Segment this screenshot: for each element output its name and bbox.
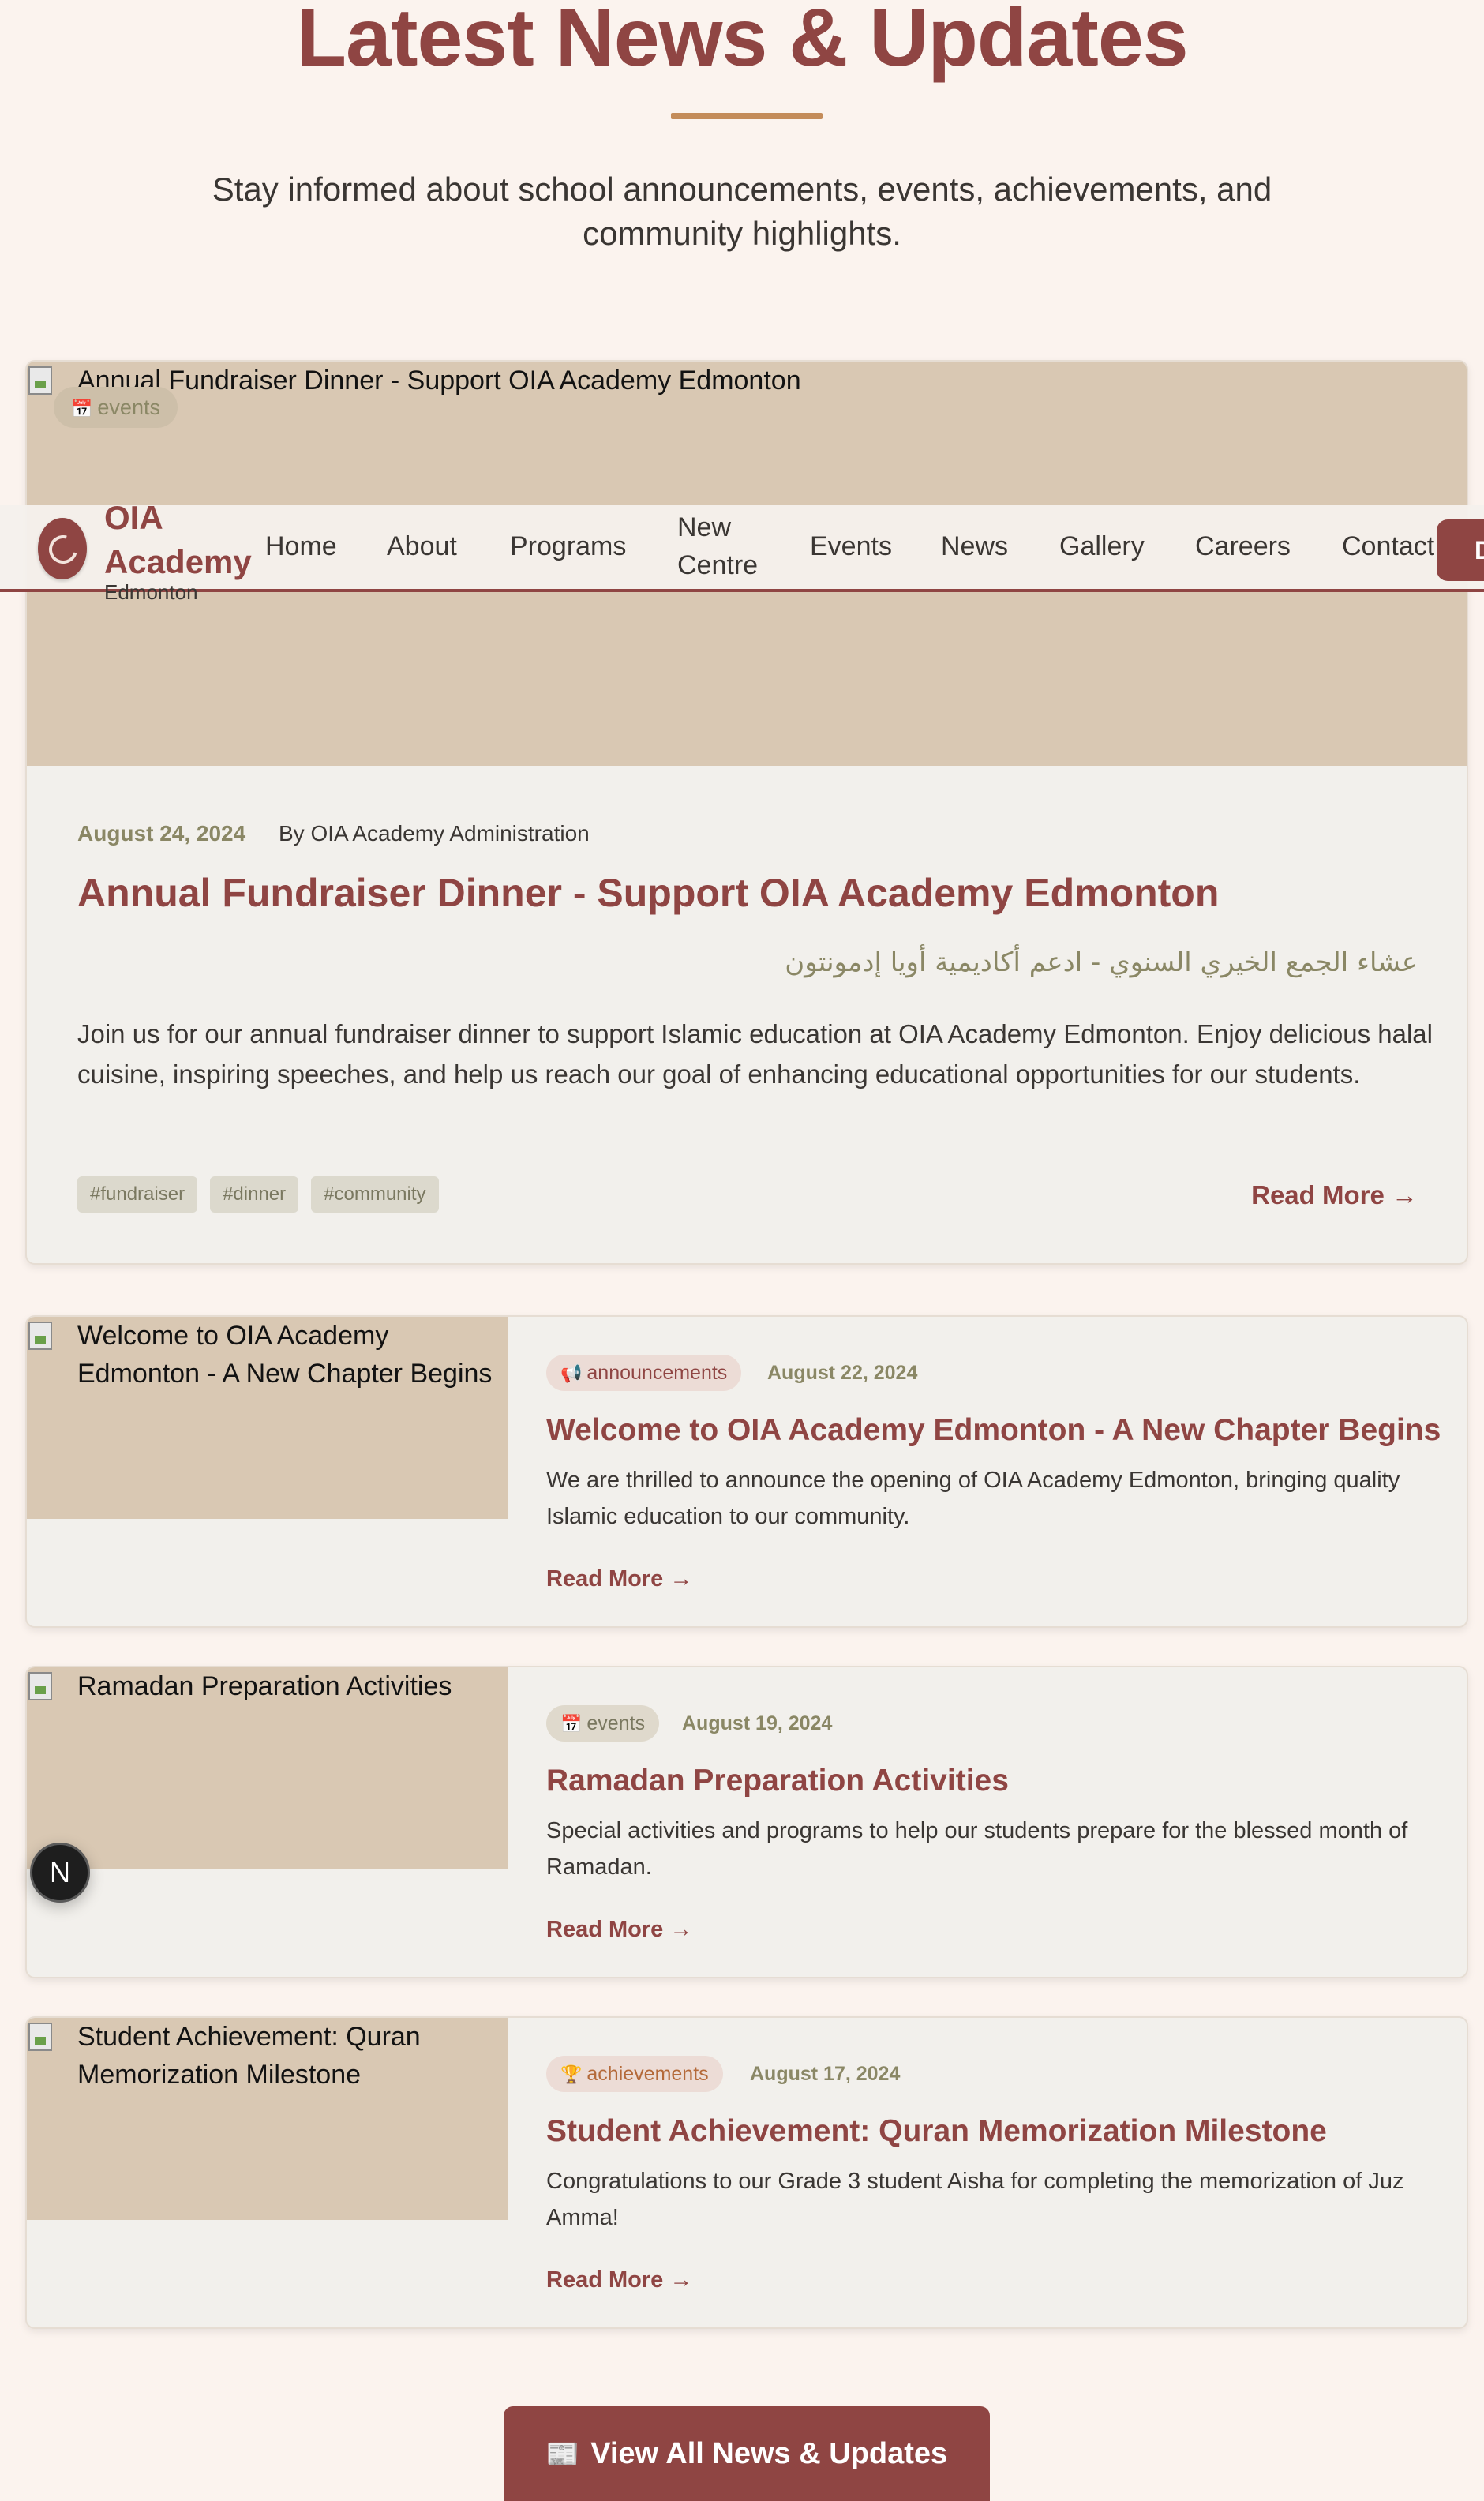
category-label: events (586, 1712, 646, 1734)
nav-news[interactable]: News (941, 527, 1008, 565)
brand-name[interactable]: OIA Academy (104, 496, 252, 584)
newspaper-icon: 📰 (545, 2439, 580, 2469)
nav-new-centre[interactable]: New Centre (677, 508, 758, 584)
featured-excerpt: Join us for our annual fundraiser dinner… (77, 1019, 1433, 1089)
tag[interactable]: #fundraiser (77, 1176, 198, 1213)
news-image[interactable]: Student Achievement: Quran Memorization … (27, 2018, 508, 2220)
news-date: August 19, 2024 (682, 1712, 833, 1734)
title-underline (671, 113, 823, 119)
site-navbar: OIA Academy Edmonton Home About Programs … (0, 499, 1484, 604)
read-more-link[interactable]: Read More → (546, 1914, 692, 1945)
news-excerpt: We are thrilled to announce the opening … (546, 1468, 1400, 1529)
read-more-link[interactable]: Read More → (546, 1563, 692, 1595)
nav-about[interactable]: About (387, 527, 457, 565)
news-image[interactable]: Welcome to OIA Academy Edmonton - A New … (27, 1317, 508, 1519)
news-image[interactable]: Ramadan Preparation Activities (27, 1667, 508, 1869)
news-image-alt: Ramadan Preparation Activities (77, 1671, 452, 1701)
featured-arabic-title: عشاء الجمع الخيري السنوي - ادعم أكاديمية… (785, 947, 1418, 978)
news-date: August 22, 2024 (767, 1362, 918, 1384)
featured-author: By OIA Academy Administration (278, 821, 590, 846)
category-badge: 📅 events (54, 387, 178, 428)
next-dev-indicator-button[interactable]: N (30, 1843, 90, 1903)
category-label: events (97, 396, 160, 419)
featured-date: August 24, 2024 (77, 821, 246, 846)
nav-gallery[interactable]: Gallery (1059, 527, 1145, 565)
nav-new-centre-line1: New (677, 512, 732, 542)
page-subtitle: Stay informed about school announcements… (212, 171, 1272, 252)
donate-button[interactable]: D (1437, 519, 1484, 581)
calendar-icon: 📅 (560, 1714, 583, 1734)
calendar-icon: 📅 (71, 399, 93, 418)
news-title[interactable]: Welcome to OIA Academy Edmonton - A New … (546, 1410, 1441, 1451)
nav-careers[interactable]: Careers (1195, 527, 1291, 565)
news-card[interactable]: Ramadan Preparation Activities 📅 events A… (25, 1666, 1468, 1978)
news-date: August 17, 2024 (750, 2063, 901, 2085)
tag-list: #fundraiser #dinner #community (77, 1176, 439, 1213)
view-all-label: View All News & Updates (590, 2437, 948, 2470)
news-image-alt: Welcome to OIA Academy Edmonton - A New … (77, 1321, 493, 1389)
featured-read-more-link[interactable]: Read More → (1251, 1176, 1418, 1214)
news-excerpt: Congratulations to our Grade 3 student A… (546, 2169, 1404, 2230)
brand-name-line2: Academy (104, 543, 252, 580)
category-label: achievements (586, 2063, 709, 2085)
featured-title[interactable]: Annual Fundraiser Dinner - Support OIA A… (77, 867, 1219, 919)
nav-events[interactable]: Events (810, 527, 892, 565)
page-title: Latest News & Updates (296, 0, 1188, 84)
news-image-alt: Student Achievement: Quran Memorization … (77, 2022, 421, 2090)
category-badge: 📢 announcements (546, 1355, 742, 1391)
read-more-link[interactable]: Read More → (546, 2264, 692, 2296)
news-card[interactable]: Welcome to OIA Academy Edmonton - A New … (25, 1315, 1468, 1628)
news-title[interactable]: Student Achievement: Quran Memorization … (546, 2111, 1327, 2152)
brand-name-line1: OIA (104, 499, 163, 536)
news-excerpt: Special activities and programs to help … (546, 1818, 1408, 1880)
news-title[interactable]: Ramadan Preparation Activities (546, 1760, 1009, 1802)
nav-programs[interactable]: Programs (510, 527, 626, 565)
featured-meta: August 24, 2024 By OIA Academy Administr… (77, 818, 590, 849)
category-label: announcements (586, 1362, 728, 1384)
brand-subtitle: Edmonton (104, 580, 198, 604)
category-badge: 🏆 achievements (546, 2056, 723, 2092)
category-badge: 📅 events (546, 1705, 660, 1742)
view-all-news-button[interactable]: 📰 View All News & Updates (504, 2406, 990, 2501)
tag[interactable]: #community (311, 1176, 439, 1213)
crescent-icon (43, 530, 83, 569)
tag[interactable]: #dinner (210, 1176, 299, 1213)
logo[interactable] (38, 518, 87, 579)
news-card[interactable]: Student Achievement: Quran Memorization … (25, 2016, 1468, 2329)
megaphone-icon: 📢 (560, 1363, 583, 1383)
trophy-icon: 🏆 (560, 2064, 583, 2084)
nav-contact[interactable]: Contact (1342, 527, 1434, 565)
nav-new-centre-line2: Centre (677, 550, 759, 580)
nav-home[interactable]: Home (265, 527, 337, 565)
